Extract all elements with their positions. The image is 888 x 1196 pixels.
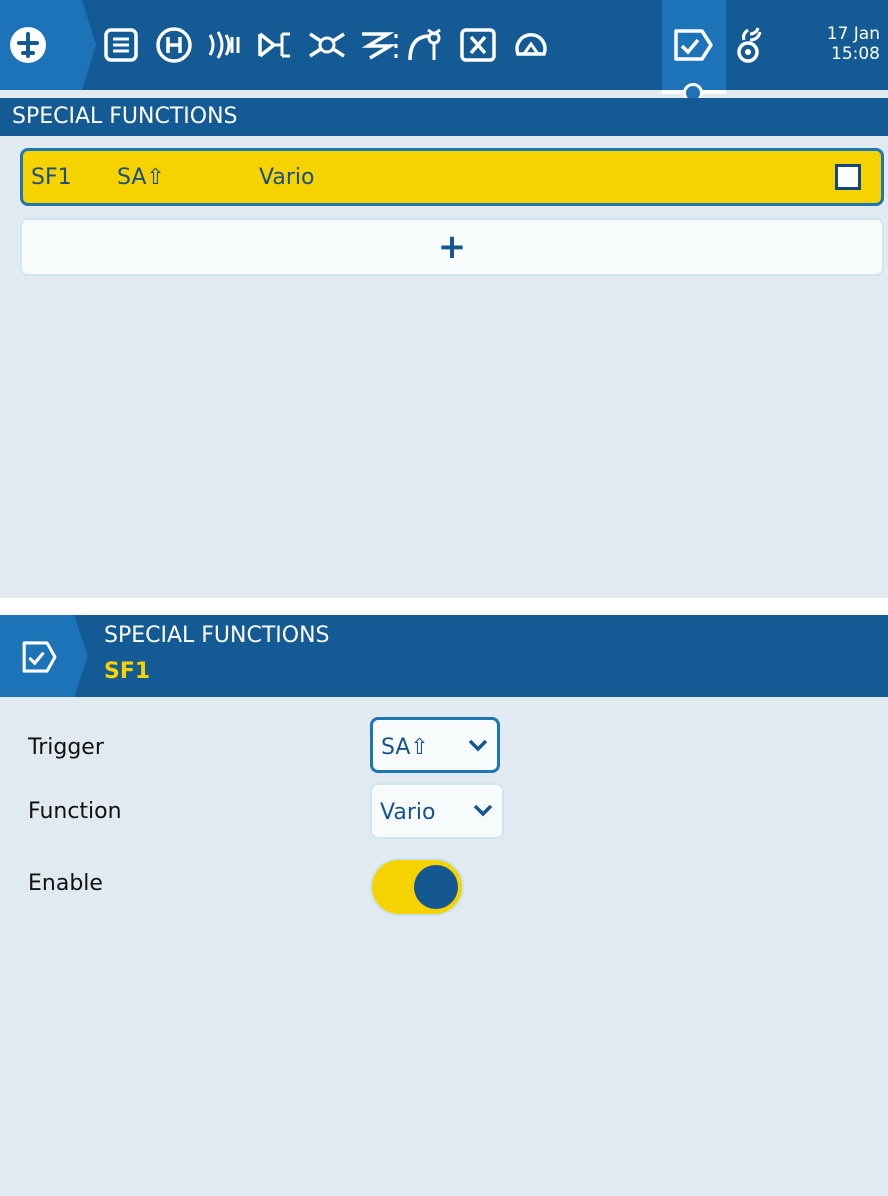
add-special-function-button[interactable]: + <box>20 218 884 276</box>
chevron-down-icon <box>468 739 488 752</box>
special-functions-list-screen: 17 Jan 15:08 SPECIAL FUNCTIONS SF1 SA⇧ V… <box>0 0 888 598</box>
tab-model-home[interactable] <box>0 0 96 90</box>
trigger-dropdown[interactable]: SA⇧ <box>370 717 500 773</box>
model-plane-icon <box>10 27 46 63</box>
inputs-icon[interactable] <box>252 20 298 70</box>
back-button[interactable] <box>0 615 88 697</box>
model-setup-list-icon[interactable] <box>100 20 146 70</box>
curves-icon[interactable] <box>404 20 450 70</box>
edit-header: SPECIAL FUNCTIONS SF1 <box>0 615 888 697</box>
outputs-icon[interactable] <box>356 20 402 70</box>
logical-switches-icon[interactable] <box>508 20 554 70</box>
clock: 17 Jan 15:08 <box>827 24 880 64</box>
function-dropdown[interactable]: Vario <box>370 783 504 839</box>
telemetry-icon[interactable] <box>730 20 776 70</box>
special-function-edit-screen: SPECIAL FUNCTIONS SF1 Trigger SA⇧ Functi… <box>0 615 888 1196</box>
clock-date: 17 Jan <box>826 24 880 44</box>
sf-id: SF1 <box>31 165 72 190</box>
list-item-sf1[interactable]: SF1 SA⇧ Vario <box>20 148 884 206</box>
sf-function: Vario <box>259 165 315 190</box>
global-variables-icon[interactable] <box>456 20 502 70</box>
enable-label: Enable <box>28 871 103 896</box>
page-title: SPECIAL FUNCTIONS <box>0 98 888 136</box>
edit-subtitle: SF1 <box>104 659 151 684</box>
special-functions-icon <box>22 641 57 673</box>
top-tab-bar: 17 Jan 15:08 <box>0 0 888 103</box>
heli-icon[interactable] <box>152 20 198 70</box>
function-label: Function <box>28 799 122 824</box>
flight-modes-icon[interactable] <box>200 20 246 70</box>
sf-trigger: SA⇧ <box>117 165 165 190</box>
toggle-knob <box>414 865 458 909</box>
function-value: Vario <box>380 800 436 825</box>
enable-toggle[interactable] <box>370 858 464 916</box>
special-functions-icon <box>671 20 717 70</box>
chevron-down-icon <box>473 804 493 817</box>
clock-time: 15:08 <box>831 44 880 64</box>
trigger-value: SA⇧ <box>381 735 429 760</box>
trigger-label: Trigger <box>28 735 104 760</box>
add-label: + <box>437 227 467 267</box>
edit-title: SPECIAL FUNCTIONS <box>104 623 330 648</box>
mixer-icon[interactable] <box>304 20 350 70</box>
active-state-checkbox <box>835 164 861 190</box>
